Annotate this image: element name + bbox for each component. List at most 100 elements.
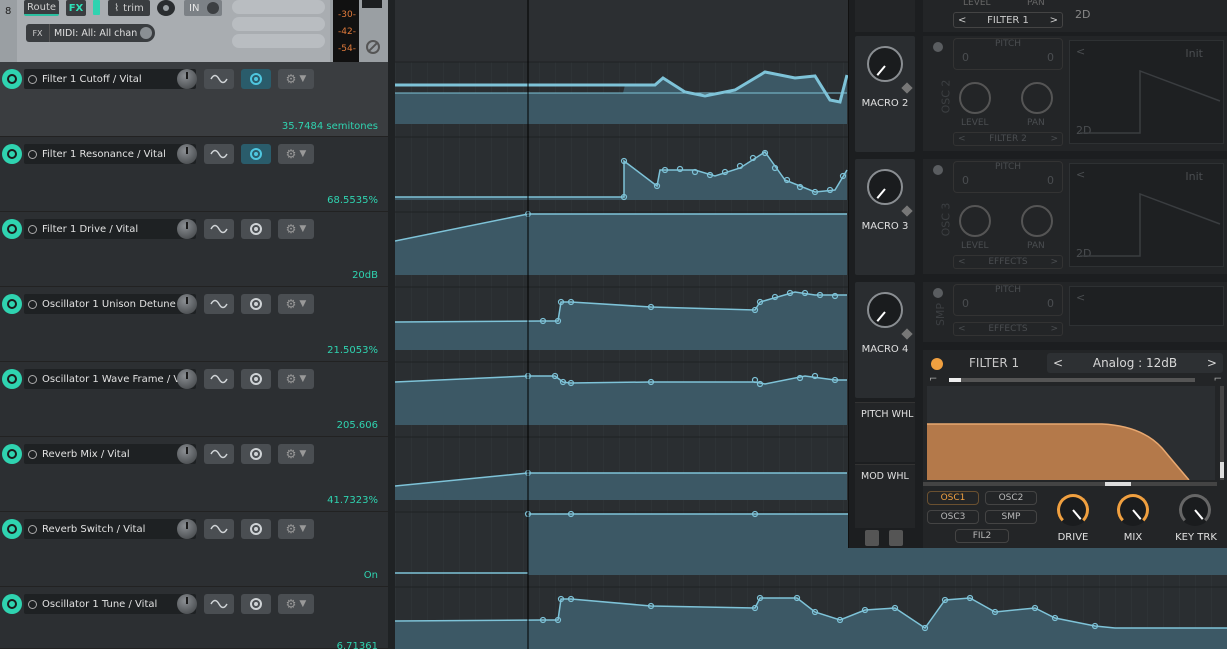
filter-type-select[interactable]: < Analog : 12dB > [1047, 353, 1223, 373]
lane-shape-button[interactable] [204, 594, 234, 614]
lane-value-knob[interactable] [177, 219, 197, 239]
osc3-pan-knob[interactable] [1021, 205, 1053, 237]
osc2-section[interactable]: OSC 2 PITCH 0 0 LEVEL PAN < FILTER 2 > < Init… [923, 36, 1227, 151]
filter-source-osc1[interactable]: OSC1 [927, 491, 979, 505]
lane-value-knob[interactable] [177, 519, 197, 539]
lane-settings-button[interactable]: ⚙ ▼ [278, 144, 314, 164]
lane-bypass-button[interactable] [2, 69, 22, 89]
lane-bypass-button[interactable] [2, 444, 22, 464]
macro-4-knob[interactable] [867, 292, 903, 328]
lane-shape-button[interactable] [204, 69, 234, 89]
fx-enable-bar[interactable] [93, 0, 100, 15]
lane-value-knob[interactable] [177, 294, 197, 314]
instrument-track-header[interactable]: 8 Route FX ⌇ trim IN FX MIDI: All: All c… [0, 0, 388, 62]
lane-name-field[interactable]: Reverb Mix / Vital [24, 444, 196, 464]
lane-link-button[interactable] [241, 519, 271, 539]
chevron-right-icon[interactable]: > [1207, 356, 1217, 370]
lane-name-field[interactable]: Filter 1 Cutoff / Vital [24, 69, 196, 89]
fx-button[interactable]: FX [66, 0, 86, 16]
lane-value-knob[interactable] [177, 369, 197, 389]
osc2-pitch[interactable]: PITCH 0 0 [953, 38, 1063, 70]
panel-splitter[interactable] [388, 0, 395, 649]
automation-lane[interactable]: Reverb Mix / Vital ⚙ ▼ 41.7323% [0, 437, 388, 512]
mod-wheel[interactable]: MOD WHL [855, 464, 915, 528]
filter-blend-slider[interactable] [949, 378, 1195, 382]
lane-link-button[interactable] [241, 594, 271, 614]
lane-settings-button[interactable]: ⚙ ▼ [278, 369, 314, 389]
osc3-pitch[interactable]: PITCH 0 0 [953, 161, 1063, 193]
osc1-destination-select[interactable]: < FILTER 1 > [953, 12, 1063, 28]
macro-2[interactable]: MACRO 2 [855, 36, 915, 152]
osc2-wavetable[interactable]: < Init 2D [1069, 40, 1224, 144]
lane-name-field[interactable]: Oscillator 1 Unison Detune / Vital [24, 294, 196, 314]
sample-display[interactable]: < [1069, 286, 1224, 326]
pencil-icon[interactable] [901, 328, 913, 340]
osc3-wavetable[interactable]: < Init 2D [1069, 163, 1224, 267]
automation-lane[interactable]: Filter 1 Resonance / Vital ⚙ ▼ 68.5535% [0, 137, 388, 212]
lane-shape-button[interactable] [204, 294, 234, 314]
lane-bypass-button[interactable] [2, 519, 22, 539]
chevron-left-icon[interactable]: < [1053, 356, 1063, 370]
sample-pitch[interactable]: PITCH 0 0 [953, 284, 1063, 316]
lane-link-button[interactable] [241, 444, 271, 464]
osc3-section[interactable]: OSC 3 PITCH 0 0 LEVEL PAN < EFFECTS > < Init 2… [923, 159, 1227, 274]
lane-shape-button[interactable] [204, 369, 234, 389]
filter-response-graph[interactable] [927, 386, 1215, 480]
wheel-handle-icon[interactable] [865, 530, 879, 546]
lane-link-button[interactable] [241, 144, 271, 164]
chevron-left-icon[interactable]: < [1076, 291, 1085, 304]
phase-invert-icon[interactable] [366, 40, 380, 54]
record-arm-button[interactable] [157, 0, 175, 16]
lane-shape-button[interactable] [204, 219, 234, 239]
osc3-level-knob[interactable] [959, 205, 991, 237]
osc2-enable[interactable] [933, 42, 943, 52]
lane-link-button[interactable] [241, 294, 271, 314]
sample-destination-select[interactable]: < EFFECTS > [953, 322, 1063, 336]
lane-shape-button[interactable] [204, 519, 234, 539]
osc3-enable[interactable] [933, 165, 943, 175]
route-button[interactable]: Route [24, 0, 59, 16]
key-track-knob[interactable] [1179, 494, 1211, 526]
lane-settings-button[interactable]: ⚙ ▼ [278, 444, 314, 464]
lane-value-knob[interactable] [177, 594, 197, 614]
sample-section[interactable]: SMP PITCH 0 0 < EFFECTS > < [923, 282, 1227, 342]
osc2-destination-select[interactable]: < FILTER 2 > [953, 132, 1063, 146]
macro-3-knob[interactable] [867, 169, 903, 205]
lane-name-field[interactable]: Filter 1 Drive / Vital [24, 219, 196, 239]
lane-name-field[interactable]: Oscillator 1 Wave Frame / Vital [24, 369, 196, 389]
lane-value-knob[interactable] [177, 144, 197, 164]
lane-settings-button[interactable]: ⚙ ▼ [278, 294, 314, 314]
mix-knob[interactable] [1117, 494, 1149, 526]
lane-settings-button[interactable]: ⚙ ▼ [278, 519, 314, 539]
filter-source-osc2[interactable]: OSC2 [985, 491, 1037, 505]
automation-mode-button[interactable]: ⌇ trim [108, 0, 150, 16]
filter-source-fil2[interactable]: FIL2 [955, 529, 1009, 543]
lane-shape-button[interactable] [204, 144, 234, 164]
fx-slot-1[interactable] [232, 0, 325, 14]
automation-lane[interactable]: Reverb Switch / Vital ⚙ ▼ On [0, 512, 388, 587]
automation-lane[interactable]: Filter 1 Cutoff / Vital ⚙ ▼ 35.7484 semit… [0, 62, 388, 137]
midi-input-select[interactable]: FX MIDI: All: All chan [26, 24, 155, 42]
lane-link-button[interactable] [241, 219, 271, 239]
osc2-pan-knob[interactable] [1021, 82, 1053, 114]
filter-source-smp[interactable]: SMP [985, 510, 1037, 524]
lane-name-field[interactable]: Oscillator 1 Tune / Vital [24, 594, 196, 614]
input-monitor-button[interactable]: IN [184, 0, 222, 16]
pencil-icon[interactable] [901, 82, 913, 94]
fx-slot-3[interactable] [232, 34, 325, 48]
lane-bypass-button[interactable] [2, 294, 22, 314]
lane-link-button[interactable] [241, 69, 271, 89]
lane-settings-button[interactable]: ⚙ ▼ [278, 219, 314, 239]
lane-link-button[interactable] [241, 369, 271, 389]
osc3-destination-select[interactable]: < EFFECTS > [953, 255, 1063, 269]
wheel-handle-icon[interactable] [889, 530, 903, 546]
lane-settings-button[interactable]: ⚙ ▼ [278, 69, 314, 89]
lane-bypass-button[interactable] [2, 144, 22, 164]
filter-resonance-bar[interactable] [1220, 386, 1224, 480]
lane-bypass-button[interactable] [2, 369, 22, 389]
osc2-level-knob[interactable] [959, 82, 991, 114]
lane-bypass-button[interactable] [2, 594, 22, 614]
filter-cutoff-scroll[interactable] [923, 482, 1217, 486]
lane-bypass-button[interactable] [2, 219, 22, 239]
lane-shape-button[interactable] [204, 444, 234, 464]
